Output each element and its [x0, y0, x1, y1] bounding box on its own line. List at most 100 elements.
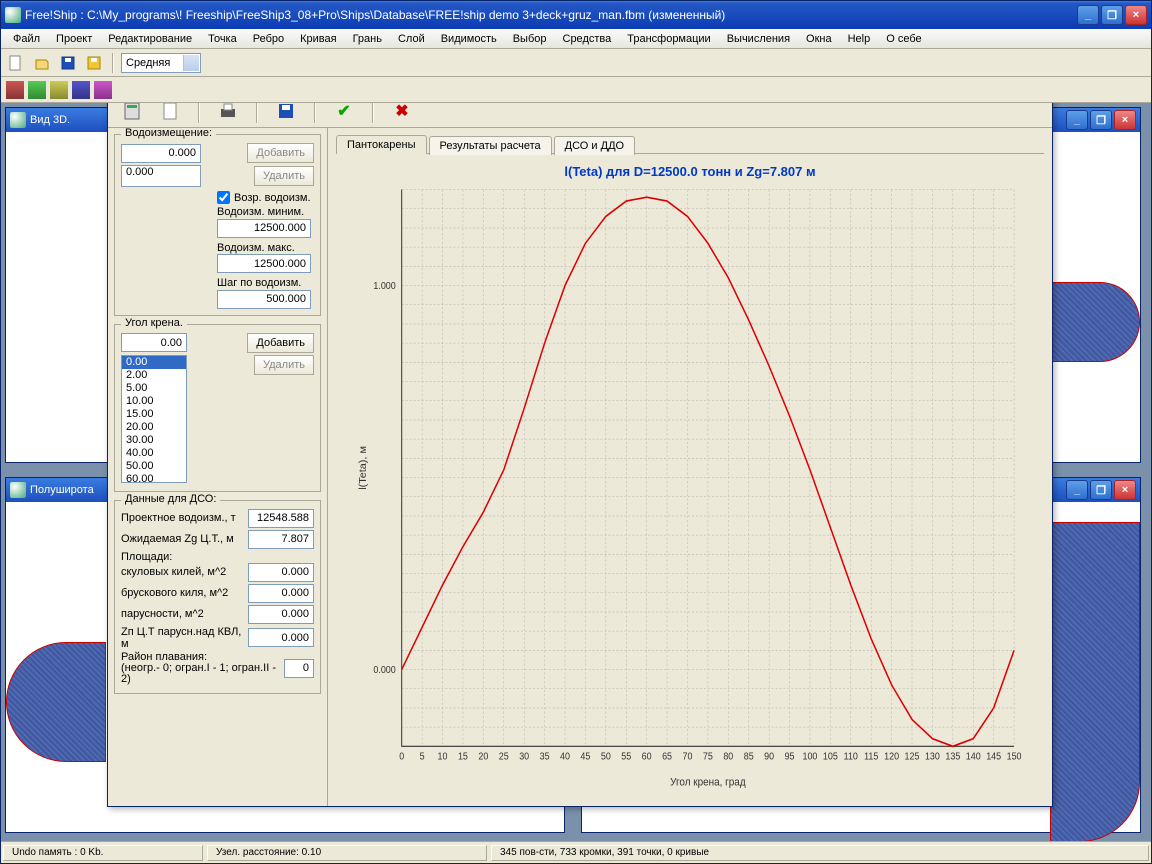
svg-text:110: 110	[844, 751, 858, 761]
list-item[interactable]: 10.00	[122, 395, 186, 408]
proj-disp-input[interactable]	[248, 509, 314, 528]
svg-text:135: 135	[945, 751, 960, 761]
svg-text:0.000: 0.000	[373, 664, 395, 674]
new-icon[interactable]	[5, 52, 27, 74]
tool-icon[interactable]	[49, 80, 69, 100]
svg-text:85: 85	[744, 751, 754, 761]
close-button[interactable]: ×	[1114, 480, 1136, 500]
main-titlebar[interactable]: Free!Ship : C:\My_programs\! Freeship\Fr…	[1, 1, 1151, 29]
list-item[interactable]: 0.000	[122, 166, 200, 179]
menu-item[interactable]: Help	[842, 31, 877, 47]
calc-icon[interactable]	[120, 103, 144, 123]
ok-button[interactable]: ✔	[332, 103, 356, 123]
save-icon[interactable]	[274, 103, 298, 123]
minimize-button[interactable]: _	[1066, 480, 1088, 500]
menu-item[interactable]: Файл	[7, 31, 46, 47]
maximize-button[interactable]: ❐	[1090, 480, 1112, 500]
chart-area: l(Teta) для D=12500.0 тонн и Zg=7.807 м …	[336, 153, 1044, 798]
list-item[interactable]: 40.00	[122, 447, 186, 460]
barkeel-input[interactable]	[248, 584, 314, 603]
saveas-icon[interactable]	[83, 52, 105, 74]
add-button[interactable]: Добавить	[247, 143, 314, 163]
checkbox-input[interactable]	[217, 191, 230, 204]
menu-item[interactable]: Вычисления	[721, 31, 796, 47]
list-item[interactable]: 20.00	[122, 421, 186, 434]
group-title: Угол крена.	[121, 317, 187, 329]
tool-icon[interactable]	[27, 80, 47, 100]
disp-step-input[interactable]	[217, 290, 311, 309]
svg-text:125: 125	[905, 751, 920, 761]
menu-item[interactable]: Проект	[50, 31, 98, 47]
disp-max-input[interactable]	[217, 254, 311, 273]
area-nav-input[interactable]	[284, 659, 314, 678]
menu-item[interactable]: Выбор	[507, 31, 553, 47]
menu-item[interactable]: Окна	[800, 31, 838, 47]
menu-item[interactable]: Средства	[557, 31, 618, 47]
list-item[interactable]: 30.00	[122, 434, 186, 447]
doc-icon[interactable]	[158, 103, 182, 123]
displacement-list[interactable]: 0.000	[121, 165, 201, 187]
tab[interactable]: Результаты расчета	[429, 136, 552, 155]
svg-text:145: 145	[986, 751, 1001, 761]
close-button[interactable]: ×	[1125, 5, 1147, 25]
menu-item[interactable]: Кривая	[294, 31, 342, 47]
svg-text:40: 40	[560, 751, 570, 761]
tab[interactable]: Пантокарены	[336, 135, 427, 154]
heel-delete-button[interactable]: Удалить	[254, 355, 314, 375]
bilge-input[interactable]	[248, 563, 314, 582]
list-item[interactable]: 0.00	[122, 356, 186, 369]
list-item[interactable]: 50.00	[122, 460, 186, 473]
open-icon[interactable]	[31, 52, 53, 74]
dso-label: брускового киля, м^2	[121, 587, 228, 599]
app-icon	[5, 7, 21, 23]
tab[interactable]: ДСО и ДДО	[554, 136, 635, 155]
precision-combo[interactable]: Средняя	[121, 53, 201, 73]
main-menubar[interactable]: ФайлПроектРедактированиеТочкаРеброКривая…	[1, 29, 1151, 49]
menu-item[interactable]: Трансформации	[621, 31, 716, 47]
expected-zg-input[interactable]	[248, 530, 314, 549]
menu-item[interactable]: Точка	[202, 31, 243, 47]
incr-disp-checkbox[interactable]: Возр. водоизм.	[217, 191, 314, 204]
heel-add-button[interactable]: Добавить	[247, 333, 314, 353]
svg-text:30: 30	[519, 751, 529, 761]
group-title: Водоизмещение:	[121, 128, 216, 139]
maximize-button[interactable]: ❐	[1101, 5, 1123, 25]
displacement-input[interactable]	[121, 144, 201, 163]
disp-min-label: Водоизм. миним.	[217, 206, 314, 218]
minimize-button[interactable]: _	[1077, 5, 1099, 25]
disp-min-input[interactable]	[217, 219, 311, 238]
zp-input[interactable]	[248, 628, 314, 647]
tool-icon[interactable]	[5, 80, 25, 100]
delete-button[interactable]: Удалить	[254, 166, 314, 186]
status-undo: Undo память : 0 Kb.	[3, 845, 203, 861]
dialog-tabs[interactable]: ПантокареныРезультаты расчетаДСО и ДДО	[328, 128, 1052, 153]
tool-icon[interactable]	[71, 80, 91, 100]
menu-item[interactable]: Грань	[347, 31, 388, 47]
cross-curves-dialog[interactable]: Расчет пантокарен, ДСО и ДДО. _ ❐ × ✔ ✖	[107, 103, 1053, 807]
menu-item[interactable]: Ребро	[247, 31, 290, 47]
menu-item[interactable]: Слой	[392, 31, 431, 47]
sails-input[interactable]	[248, 605, 314, 624]
tool-icon[interactable]	[93, 80, 113, 100]
menu-item[interactable]: Видимость	[435, 31, 503, 47]
svg-text:20: 20	[478, 751, 488, 761]
list-item[interactable]: 2.00	[122, 369, 186, 382]
menu-item[interactable]: О себе	[880, 31, 927, 47]
svg-text:75: 75	[703, 751, 713, 761]
menu-item[interactable]: Редактирование	[102, 31, 198, 47]
main-title: Free!Ship : C:\My_programs\! Freeship\Fr…	[25, 8, 1077, 22]
cancel-button[interactable]: ✖	[390, 103, 414, 123]
list-item[interactable]: 5.00	[122, 382, 186, 395]
heel-input[interactable]	[121, 333, 187, 352]
print-icon[interactable]	[216, 103, 240, 123]
list-item[interactable]: 60.00	[122, 473, 186, 483]
save-icon[interactable]	[57, 52, 79, 74]
dialog-toolbar[interactable]: ✔ ✖	[108, 103, 1052, 128]
minimize-button[interactable]: _	[1066, 110, 1088, 130]
maximize-button[interactable]: ❐	[1090, 110, 1112, 130]
close-button[interactable]: ×	[1114, 110, 1136, 130]
secondary-toolbar[interactable]	[1, 77, 1151, 103]
list-item[interactable]: 15.00	[122, 408, 186, 421]
main-toolbar[interactable]: Средняя	[1, 49, 1151, 77]
heel-listbox[interactable]: 0.002.005.0010.0015.0020.0030.0040.0050.…	[121, 355, 187, 483]
